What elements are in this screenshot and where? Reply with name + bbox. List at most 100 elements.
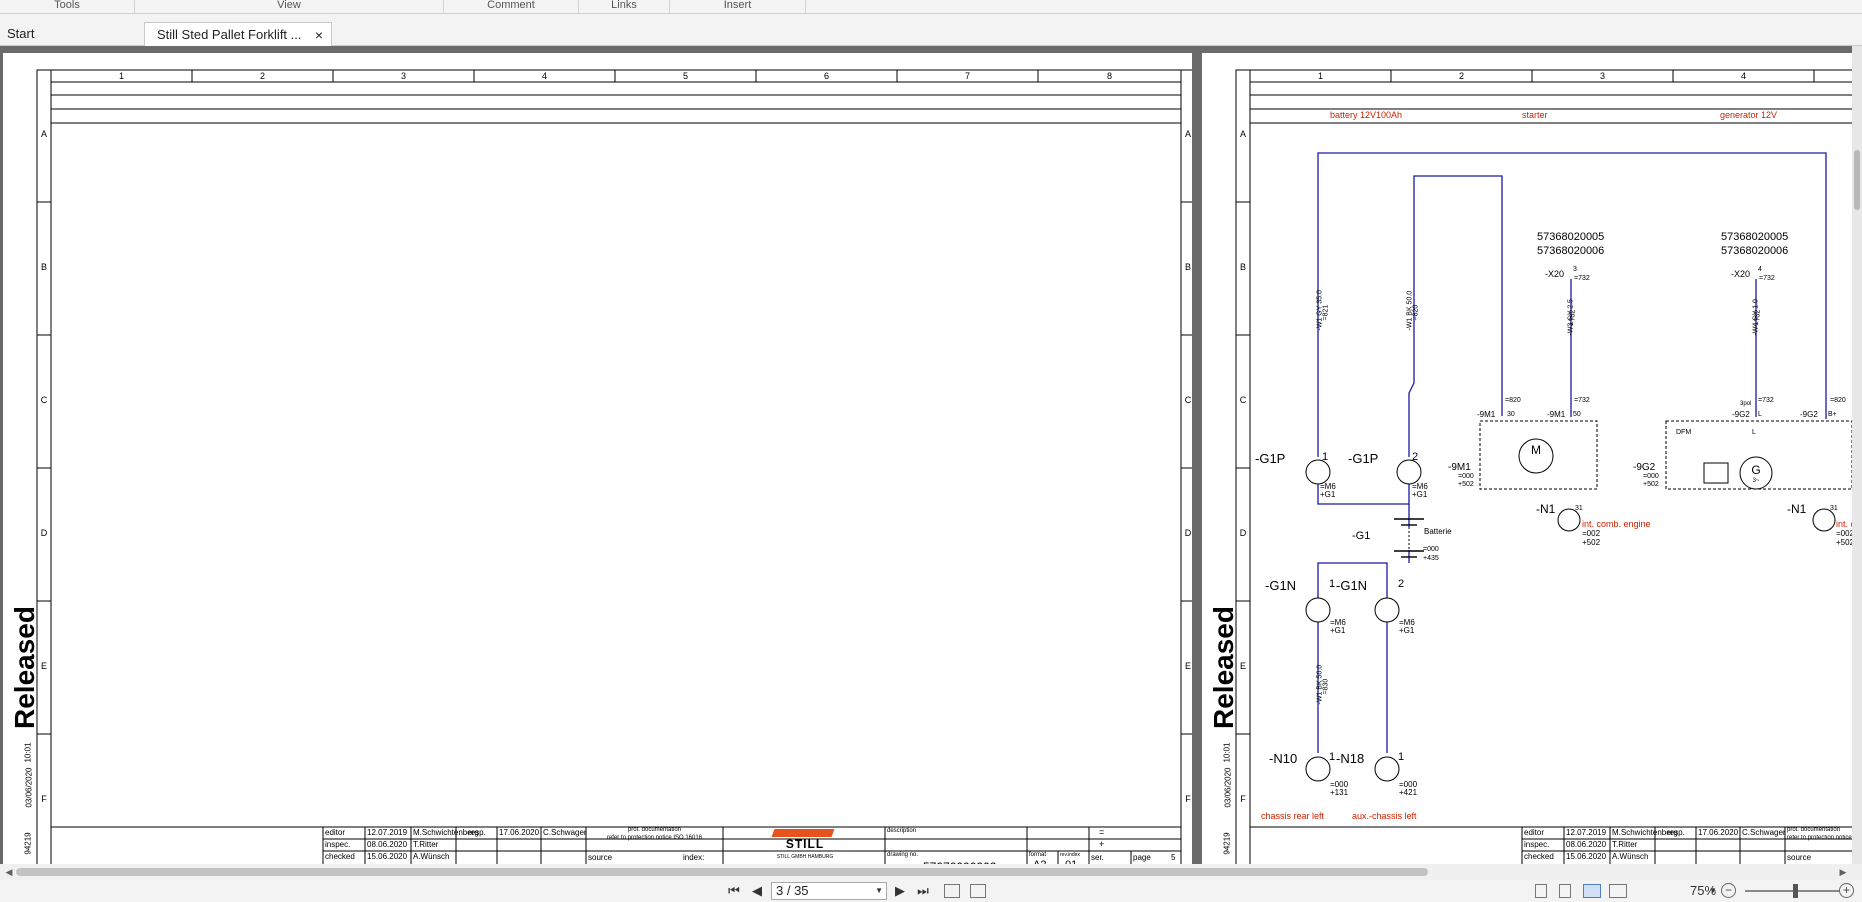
continuous-facing-view-icon[interactable] (1609, 884, 1627, 898)
zoom-dropdown-icon[interactable]: ▼ (1709, 880, 1717, 902)
tb-plus: + (1099, 839, 1105, 849)
tb-resp-date: 17.06.2020 (499, 828, 540, 837)
page-dropdown-icon[interactable]: ▼ (875, 883, 883, 899)
vertical-scroll-thumb[interactable] (1854, 150, 1860, 210)
g1n-a-g1: +G1 (1330, 626, 1346, 635)
r-tb-resp-name: C.Schwager (1742, 828, 1786, 837)
generator-3phase: 3~ (1752, 478, 1760, 484)
tab-start[interactable]: Start (0, 22, 148, 46)
continuous-view-icon[interactable] (1559, 884, 1571, 898)
pdf-page-left: 1 2 3 4 5 6 7 8 A B C D E F A B C D E F … (3, 53, 1192, 864)
x20-b-pin: 4 (1758, 266, 1762, 273)
m1-term50-pin: 50 (1573, 411, 1581, 418)
g1n-a-label: -G1N (1265, 578, 1297, 593)
x20-a-pin: 3 (1573, 266, 1577, 273)
first-page-icon[interactable]: ⏮ (724, 880, 744, 902)
tb-drawing-no: drawing no. (887, 852, 919, 858)
g1n-b-label: -G1N (1336, 578, 1368, 593)
wire-label-w4-2: =732 (1754, 309, 1762, 326)
status-bar: ⏮ ◀ 3 / 35 ▼ ▶ ⏭ 75% ▼ − + (0, 880, 1862, 902)
r-row-label-c: C (1239, 395, 1247, 405)
g2-732: =732 (1758, 397, 1774, 404)
r-tb-resp-date: 17.06.2020 (1698, 828, 1739, 837)
tb-editor-date: 12.07.2019 (367, 828, 408, 837)
tab-document[interactable]: Still Sted Pallet Forklift ... × (144, 22, 332, 46)
last-page-icon[interactable]: ⏭ (913, 880, 933, 902)
column-header-3: 3 (400, 71, 406, 81)
wiring-paths (1317, 152, 1827, 753)
g2-502: +502 (1643, 481, 1659, 488)
r-tb-source: source (1787, 853, 1812, 862)
column-header-5: 5 (682, 71, 688, 81)
g2-term-l: -9G2 (1732, 410, 1750, 419)
zoom-slider[interactable] (1745, 884, 1839, 898)
next-page-icon[interactable]: ▶ (891, 880, 909, 902)
r-column-header-2: 2 (1458, 71, 1464, 81)
tab-start-label: Start (7, 26, 35, 41)
facing-view-icon[interactable] (1583, 884, 1601, 898)
next-view-icon[interactable] (970, 884, 986, 898)
g1n-a-pin: 1 (1329, 578, 1336, 590)
sheet-frame-left (36, 69, 1192, 864)
row-label-d: D (40, 528, 48, 538)
n1-a-002: =002 (1582, 529, 1601, 538)
horizontal-scroll-thumb[interactable] (16, 868, 1428, 876)
ribbon-group-comment[interactable]: Comment (444, 0, 579, 14)
scroll-left-arrow-icon[interactable]: ◀ (2, 864, 16, 880)
part-number-a2: 57368020006 (1537, 245, 1605, 257)
r-tb-inspec-name: T.Ritter (1612, 840, 1638, 849)
row-label-d-right: D (1184, 528, 1192, 538)
l-label: L (1752, 429, 1756, 436)
single-page-view-icon[interactable] (1535, 884, 1547, 898)
label-starter: starter (1522, 110, 1548, 120)
wire-label-w3-2: =732 (1569, 309, 1577, 326)
ribbon-group-links[interactable]: Links (579, 0, 670, 14)
close-tab-icon[interactable]: × (315, 23, 323, 47)
tab-document-label: Still Sted Pallet Forklift ... (157, 27, 302, 42)
g1-435: +435 (1423, 555, 1439, 562)
tb-rev-label: rev.index (1060, 852, 1080, 858)
g2-3pol: 3pol (1740, 401, 1752, 407)
previous-view-icon[interactable] (944, 884, 960, 898)
tb-prot-doc: prot. documentation (627, 827, 682, 833)
vertical-scrollbar[interactable] (1852, 46, 1862, 864)
label-chassis-rear-left: chassis rear left (1261, 811, 1325, 821)
batterie-label: Batterie (1424, 527, 1452, 536)
tb-editor-label: editor (325, 828, 346, 837)
tb-inspec-label: inspec. (325, 840, 351, 849)
row-label-f-right: F (1185, 794, 1191, 804)
r-tb-prot-note: refer to protection notice ISO 16016 (1787, 835, 1852, 841)
pdf-viewer-window: Tools View Comment Links Insert Start St… (0, 0, 1862, 902)
previous-page-icon[interactable]: ◀ (748, 880, 766, 902)
g1p-b-pin: 2 (1412, 451, 1419, 463)
ribbon-group-labels: Tools View Comment Links Insert (0, 0, 1862, 14)
r-tb-checked-name: A.Wünsch (1612, 852, 1649, 861)
side-date: 03/06/2020 (24, 767, 34, 808)
document-canvas[interactable]: 1 2 3 4 5 6 7 8 A B C D E F A B C D E F … (0, 46, 1862, 864)
g1p-b-label: -G1P (1348, 451, 1379, 466)
tb-page-label: page (1133, 853, 1151, 862)
x20-a-732: =732 (1574, 275, 1590, 282)
zoom-in-icon[interactable]: + (1839, 883, 1854, 898)
g1p-b-g1: +G1 (1412, 490, 1428, 499)
r-released-stamp: Released (1208, 606, 1239, 729)
m1-term30-pin: 30 (1507, 411, 1515, 418)
row-label-e-right: E (1184, 661, 1191, 671)
zoom-out-icon[interactable]: − (1721, 883, 1736, 898)
g2-term-b: -9G2 (1800, 410, 1818, 419)
ribbon-group-insert[interactable]: Insert (670, 0, 806, 14)
g1-000: =000 (1423, 546, 1439, 553)
page-number-input[interactable]: 3 / 35 ▼ (771, 882, 887, 900)
scroll-right-arrow-icon[interactable]: ▶ (1836, 864, 1850, 880)
horizontal-scrollbar[interactable]: ◀ ▶ (0, 864, 1862, 880)
tb-eq: = (1099, 827, 1105, 837)
m1-term50: -9M1 (1547, 410, 1566, 419)
n1-a-502: +502 (1582, 538, 1601, 547)
x20-a-label: -X20 (1545, 269, 1565, 279)
tb-checked-label: checked (325, 852, 355, 861)
ribbon-group-tools[interactable]: Tools (0, 0, 135, 14)
ribbon-group-view[interactable]: View (135, 0, 444, 14)
page-indicator: 3 / 35 (776, 883, 809, 898)
document-tab-bar: Start Still Sted Pallet Forklift ... × (0, 14, 1862, 46)
zoom-slider-knob[interactable] (1793, 884, 1798, 898)
